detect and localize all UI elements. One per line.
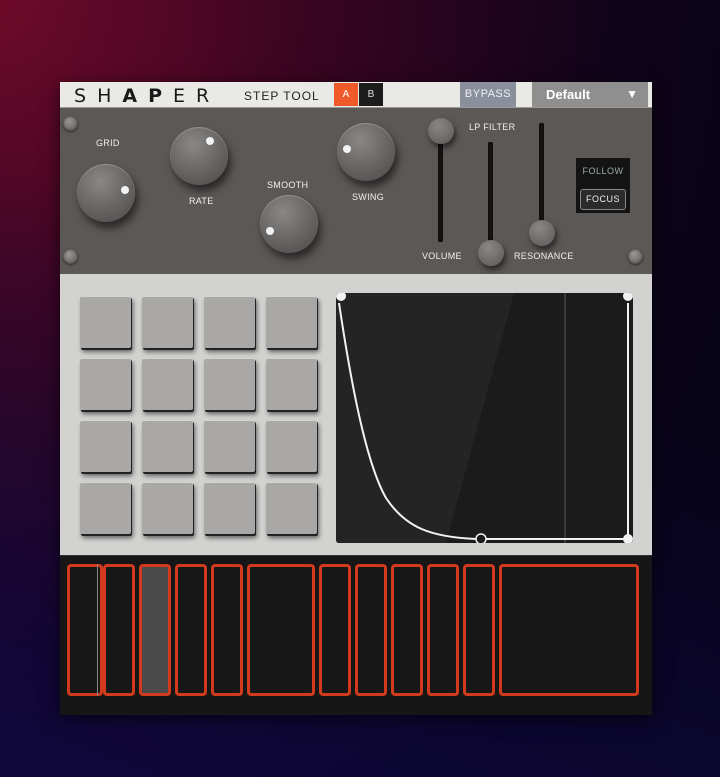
smooth-knob[interactable] [260, 195, 318, 253]
step-pad[interactable] [142, 482, 193, 534]
sequencer-step[interactable] [247, 564, 315, 696]
sequencer-step[interactable] [391, 564, 423, 696]
grid-label: GRID [96, 138, 120, 148]
bank-b-button[interactable]: B [359, 83, 383, 106]
preset-dropdown[interactable]: Default ▼ [532, 82, 648, 107]
step-pad[interactable] [80, 420, 131, 472]
step-pad[interactable] [266, 482, 317, 534]
rate-label: RATE [189, 196, 214, 206]
shaper-logo: SHAPER [74, 85, 221, 107]
rate-knob[interactable] [170, 127, 228, 185]
volume-label: VOLUME [422, 251, 462, 261]
shaper-plugin-window: SHAPER STEP TOOL A B BYPASS Default ▼ GR… [60, 82, 652, 715]
envelope-point[interactable] [623, 534, 633, 543]
bypass-button[interactable]: BYPASS [460, 82, 516, 107]
step-pad[interactable] [266, 358, 317, 410]
step-pad[interactable] [204, 296, 255, 348]
lp-filter-slider-track[interactable] [488, 142, 493, 242]
step-sequencer-bar [60, 555, 652, 715]
preset-name: Default [546, 87, 591, 102]
resonance-slider-thumb[interactable] [529, 220, 555, 246]
envelope-display[interactable] [336, 293, 633, 543]
sequencer-step[interactable] [139, 564, 171, 696]
knob-indicator [343, 145, 351, 153]
step-playhead [97, 564, 98, 696]
chevron-down-icon: ▼ [626, 87, 638, 101]
step-pad[interactable] [80, 296, 131, 348]
control-panel: GRID RATE SMOOTH SWING VOLUME LP FILTER … [60, 108, 652, 274]
knob-indicator [206, 137, 214, 145]
envelope-point[interactable] [623, 293, 633, 301]
swing-label: SWING [352, 192, 384, 202]
sequencer-step[interactable] [175, 564, 207, 696]
lp-filter-slider-thumb[interactable] [478, 240, 504, 266]
sequencer-step[interactable] [211, 564, 243, 696]
step-pad[interactable] [142, 420, 193, 472]
sequencer-step[interactable] [499, 564, 639, 696]
pad-and-display-section [60, 274, 652, 555]
step-pad[interactable] [142, 358, 193, 410]
envelope-handle[interactable] [475, 533, 487, 543]
knob-indicator [121, 186, 129, 194]
bank-a-button[interactable]: A [334, 83, 358, 106]
focus-button[interactable]: FOCUS [580, 189, 626, 210]
grid-knob[interactable] [77, 164, 135, 222]
swing-knob[interactable] [337, 123, 395, 181]
screw-icon [63, 249, 78, 264]
volume-slider-thumb[interactable] [428, 118, 454, 144]
display-sheen [336, 293, 514, 543]
resonance-label: RESONANCE [514, 251, 574, 261]
sequencer-step[interactable] [463, 564, 495, 696]
step-pad[interactable] [204, 358, 255, 410]
step-pad[interactable] [204, 482, 255, 534]
step-pad[interactable] [266, 296, 317, 348]
sequencer-step[interactable] [103, 564, 135, 696]
sequencer-step[interactable] [355, 564, 387, 696]
step-pad[interactable] [266, 420, 317, 472]
step-pad[interactable] [80, 482, 131, 534]
step-pad[interactable] [204, 420, 255, 472]
smooth-label: SMOOTH [267, 180, 309, 190]
sequencer-step[interactable] [427, 564, 459, 696]
plugin-header: SHAPER STEP TOOL A B BYPASS Default ▼ [60, 82, 652, 108]
screw-icon [628, 249, 643, 264]
step-pad[interactable] [80, 358, 131, 410]
lp-filter-label: LP FILTER [469, 122, 516, 132]
screw-icon [63, 116, 78, 131]
sequencer-step[interactable] [319, 564, 351, 696]
resonance-slider-track[interactable] [539, 123, 544, 223]
step-tool-subtitle: STEP TOOL [244, 89, 320, 103]
knob-indicator [266, 227, 274, 235]
follow-toggle[interactable]: FOLLOW [576, 166, 630, 176]
follow-focus-panel: FOLLOW FOCUS [576, 158, 630, 213]
step-pad[interactable] [142, 296, 193, 348]
envelope-curve-graph[interactable] [336, 293, 633, 543]
